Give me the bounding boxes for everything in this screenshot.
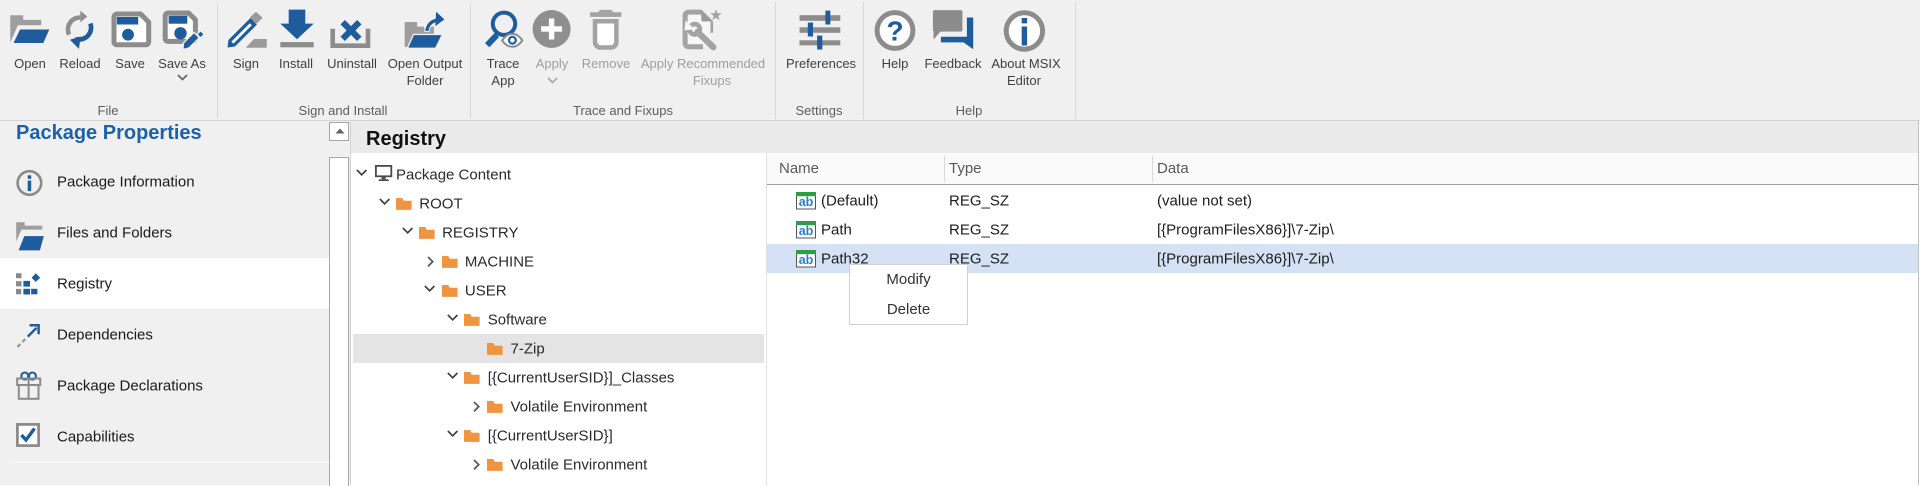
svg-text:?: ? — [886, 16, 903, 47]
